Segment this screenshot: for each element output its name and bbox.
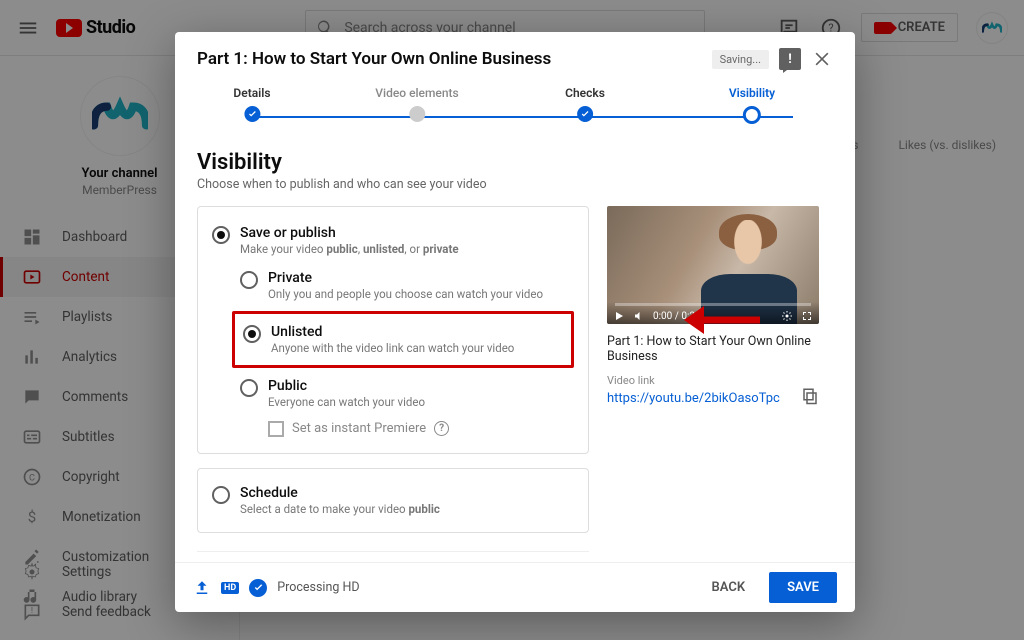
radio-unlisted[interactable]: Unlisted Anyone with the video link can … bbox=[243, 320, 563, 359]
saving-badge: Saving... bbox=[712, 50, 769, 69]
check-icon bbox=[577, 106, 593, 122]
radio-label: Schedule bbox=[240, 485, 440, 501]
check-icon bbox=[244, 106, 260, 122]
close-icon[interactable] bbox=[811, 48, 833, 70]
radio-desc: Anyone with the video link can watch you… bbox=[271, 341, 514, 355]
visibility-options: Save or publish Make your video public, … bbox=[197, 206, 589, 454]
status-text: Processing HD bbox=[277, 580, 359, 595]
prepublish-checks: Before you publish, check the following:… bbox=[197, 551, 589, 562]
radio-desc: Only you and people you choose can watch… bbox=[268, 287, 543, 301]
radio-icon bbox=[240, 271, 258, 289]
hd-badge: HD bbox=[221, 582, 239, 594]
video-link[interactable]: https://youtu.be/2bikOasoTpc bbox=[607, 391, 780, 406]
radio-public[interactable]: Public Everyone can watch your video bbox=[240, 374, 574, 413]
step-dot bbox=[409, 106, 425, 122]
modal-footer: HD Processing HD BACK SAVE bbox=[175, 562, 855, 612]
premiere-label: Set as instant Premiere bbox=[292, 421, 426, 436]
upload-modal: Part 1: How to Start Your Own Online Bus… bbox=[175, 32, 855, 612]
video-thumbnail[interactable]: 0:00 / 0:21 bbox=[607, 206, 819, 324]
volume-icon[interactable] bbox=[633, 310, 645, 322]
playtime: 0:00 / 0:21 bbox=[653, 311, 701, 322]
step-visibility[interactable]: Visibility bbox=[729, 86, 775, 124]
section-title: Visibility bbox=[197, 150, 833, 175]
video-link-label: Video link bbox=[607, 374, 819, 387]
radio-private[interactable]: Private Only you and people you choose c… bbox=[240, 266, 574, 305]
radio-icon bbox=[212, 486, 230, 504]
step-elements[interactable]: Video elements bbox=[375, 86, 458, 122]
radio-label: Unlisted bbox=[271, 324, 514, 340]
radio-icon bbox=[212, 226, 230, 244]
modal-body: Visibility Choose when to publish and wh… bbox=[175, 136, 855, 562]
modal-header: Part 1: How to Start Your Own Online Bus… bbox=[175, 32, 855, 82]
back-button[interactable]: BACK bbox=[700, 572, 758, 603]
check-icon bbox=[249, 579, 267, 597]
processing-status: HD Processing HD bbox=[193, 579, 360, 597]
copy-icon[interactable] bbox=[801, 387, 819, 409]
unlisted-highlight: Unlisted Anyone with the video link can … bbox=[232, 311, 574, 368]
premiere-checkbox[interactable]: Set as instant Premiere ? bbox=[268, 419, 574, 437]
step-dot-open bbox=[743, 106, 761, 124]
checkbox-icon bbox=[268, 421, 284, 437]
radio-label: Private bbox=[268, 270, 543, 286]
preview-title: Part 1: How to Start Your Own Online Bus… bbox=[607, 334, 819, 364]
radio-icon bbox=[243, 325, 261, 343]
step-details[interactable]: Details bbox=[233, 86, 270, 122]
radio-desc: Select a date to make your video public bbox=[240, 502, 440, 516]
upload-icon bbox=[193, 579, 211, 597]
radio-label: Public bbox=[268, 378, 425, 394]
gear-icon[interactable] bbox=[781, 310, 793, 322]
player-controls: 0:00 / 0:21 bbox=[613, 310, 813, 322]
section-subtitle: Choose when to publish and who can see y… bbox=[197, 177, 833, 192]
schedule-option[interactable]: Schedule Select a date to make your vide… bbox=[197, 468, 589, 533]
save-button[interactable]: SAVE bbox=[769, 572, 837, 603]
info-icon[interactable]: ? bbox=[434, 421, 449, 436]
fullscreen-icon[interactable] bbox=[801, 310, 813, 322]
step-checks[interactable]: Checks bbox=[565, 86, 605, 122]
radio-desc: Make your video public, unlisted, or pri… bbox=[240, 242, 459, 256]
radio-desc: Everyone can watch your video bbox=[268, 395, 425, 409]
radio-icon bbox=[240, 379, 258, 397]
feedback-button[interactable]: ! bbox=[779, 48, 801, 70]
radio-label: Save or publish bbox=[240, 225, 459, 241]
modal-title: Part 1: How to Start Your Own Online Bus… bbox=[197, 49, 702, 69]
video-preview: 0:00 / 0:21 Part 1: How to Start Your Ow… bbox=[607, 206, 819, 409]
play-icon[interactable] bbox=[613, 310, 625, 322]
radio-save-publish[interactable]: Save or publish Make your video public, … bbox=[212, 221, 574, 260]
stepper: Details Video elements Checks Visibility bbox=[197, 86, 833, 136]
